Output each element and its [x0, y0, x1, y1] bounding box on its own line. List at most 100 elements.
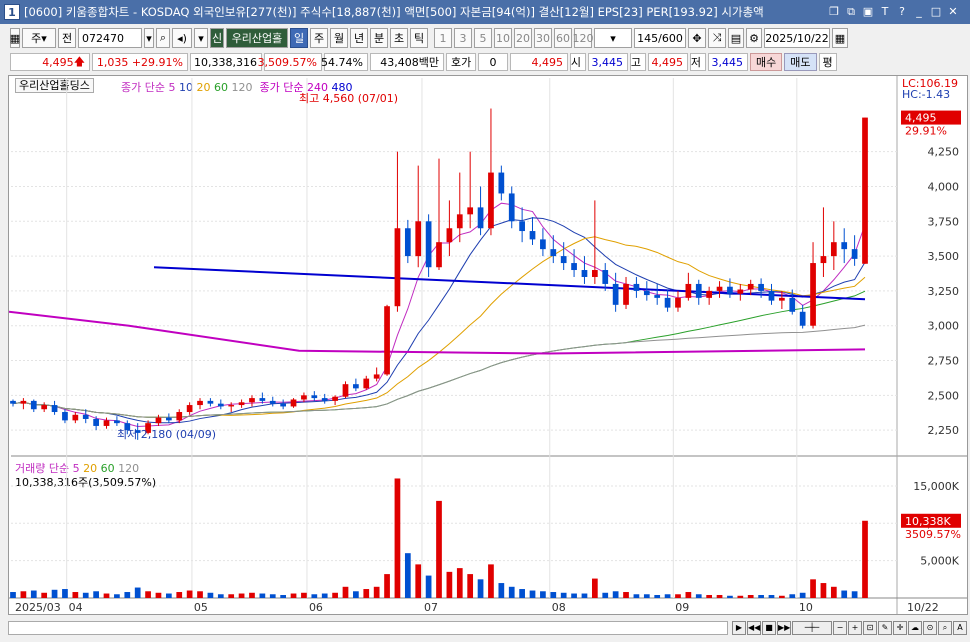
menu-dropdown-icon[interactable]: ▾ [194, 28, 208, 48]
x-tick-label: 07 [424, 601, 438, 614]
date-input[interactable]: 2025/10/22 [764, 28, 830, 48]
minute-button-1[interactable]: 1 [434, 28, 452, 48]
stock-code-input[interactable]: 072470 [78, 28, 142, 48]
compare-icon[interactable]: ⤨ [708, 28, 726, 48]
volume-bar [332, 592, 338, 598]
fit-icon[interactable]: ⊡ [863, 621, 877, 635]
draw-icon[interactable]: ✎ [878, 621, 892, 635]
minute-button-30[interactable]: 30 [534, 28, 552, 48]
period-tab-6[interactable]: 틱 [410, 28, 428, 48]
buy-button[interactable]: 매수 [750, 53, 783, 71]
text-size-icon[interactable]: A [953, 621, 967, 635]
period-tab-3[interactable]: 년 [350, 28, 368, 48]
candle-body [332, 396, 338, 401]
period-tab-1[interactable]: 주 [310, 28, 328, 48]
code-dropdown-icon[interactable]: ▾ [144, 28, 154, 48]
candle-body [830, 242, 837, 257]
calendar-icon[interactable]: ▦ [832, 28, 848, 48]
play-forward-icon[interactable]: ▶▶ [777, 621, 791, 635]
close-icon[interactable]: ✕ [946, 5, 960, 19]
minute-button-10[interactable]: 10 [494, 28, 512, 48]
candle-body [342, 384, 349, 397]
volume-bar [591, 578, 598, 598]
volume-bar [290, 593, 297, 598]
volume-bar [830, 586, 837, 598]
volume-bar [519, 589, 525, 598]
volume-bar [103, 593, 110, 598]
count-input[interactable]: 145/600 [634, 28, 686, 48]
volume-bar [706, 595, 713, 598]
tools-icon[interactable]: ✥ [688, 28, 706, 48]
minute-button-60[interactable]: 60 [554, 28, 572, 48]
high-field: 4,495 [648, 53, 688, 71]
restore-icon[interactable]: ❐ [827, 5, 841, 19]
volume-bar [581, 593, 588, 598]
candle-body [228, 405, 235, 407]
grid-icon[interactable]: ▦ [10, 28, 20, 48]
period-select[interactable]: 주 ▾ [22, 28, 56, 48]
candle-body [93, 418, 99, 426]
candle-body [436, 242, 442, 268]
volume-bar [820, 583, 827, 598]
candle-body [737, 289, 744, 294]
low-annotation: 최저 2,180 (04/09) [117, 428, 216, 441]
candlestick-chart[interactable]: 4,250 4,000 3,750 3,500 3,250 3,000 2,750 2,500… [9, 76, 967, 614]
prev-button[interactable]: 전 [58, 28, 76, 48]
zoom-in-icon[interactable]: + [848, 621, 862, 635]
minute-button-120[interactable]: 120 [573, 28, 594, 48]
candle-body [529, 231, 536, 240]
volume-bar [602, 592, 609, 598]
period-tab-5[interactable]: 초 [390, 28, 408, 48]
candle-body [249, 398, 255, 403]
candle-body [30, 400, 37, 410]
quote-bar: 4,495 🡅 1,035 +29.91% 10,338,316 3,509.57… [0, 51, 970, 73]
font-icon[interactable]: T [878, 5, 892, 19]
volume-bar [186, 590, 193, 598]
search-icon[interactable]: ⌕ [156, 28, 170, 48]
minute-button-3[interactable]: 3 [454, 28, 472, 48]
volume-bar [51, 589, 58, 598]
crosshair-icon[interactable]: ✛ [893, 621, 907, 635]
x-tick-label: 08 [552, 601, 566, 614]
candle-body [519, 221, 525, 232]
volume-bar [394, 478, 401, 598]
interval-select[interactable]: ▾ [594, 28, 632, 48]
candle-body [62, 412, 68, 421]
price-value: 4,495 [42, 55, 74, 69]
chart-scrollbar[interactable]: ▶ ◀◀ ■ ▶▶ ─┼─ − + ⊡ ✎ ✛ ☁ ⊙ ⌕ A [8, 618, 968, 638]
period-tab-2[interactable]: 월 [330, 28, 348, 48]
sell-button[interactable]: 매도 [784, 53, 817, 71]
x-tick-label: 2025/03 [15, 601, 61, 614]
zoom-slider[interactable]: ─┼─ [792, 621, 832, 635]
volume-bar [41, 592, 48, 598]
cloud-icon[interactable]: ☁ [908, 621, 922, 635]
y-tick-label: 3,500 [928, 250, 960, 263]
candle-body [114, 420, 120, 424]
zoom-search-icon[interactable]: ⌕ [938, 621, 952, 635]
minimize-icon[interactable]: _ [912, 5, 926, 19]
magnet-icon[interactable]: ⊙ [923, 621, 937, 635]
minute-button-20[interactable]: 20 [514, 28, 532, 48]
zoom-out-icon[interactable]: − [833, 621, 847, 635]
period-tab-4[interactable]: 분 [370, 28, 388, 48]
volume-bar [758, 595, 764, 598]
speaker-icon[interactable]: ◂) [172, 28, 192, 48]
candle-body [394, 228, 401, 307]
volume-bar [238, 593, 245, 598]
chart-area[interactable]: 우리산업홀딩스 종가 단순 5 10 20 60 120 종가 단순 240 4… [8, 75, 968, 615]
help-icon[interactable]: ? [895, 5, 909, 19]
settings-icon[interactable]: ⚙ [746, 28, 762, 48]
scroll-track[interactable] [8, 621, 728, 635]
minute-button-5[interactable]: 5 [474, 28, 492, 48]
scroll-right-icon[interactable]: ▶ [732, 621, 746, 635]
link-icon[interactable]: ⧉ [844, 5, 858, 19]
stop-icon[interactable]: ■ [762, 621, 776, 635]
maximize-icon[interactable]: □ [929, 5, 943, 19]
step-back-icon[interactable]: ◀◀ [747, 621, 761, 635]
volume-bar [353, 591, 359, 598]
volume-bar [373, 586, 380, 598]
save-chart-icon[interactable]: ▤ [728, 28, 744, 48]
period-tab-0[interactable]: 일 [290, 28, 308, 48]
save-icon[interactable]: ▣ [861, 5, 875, 19]
eval-button[interactable]: 평 [818, 53, 837, 71]
